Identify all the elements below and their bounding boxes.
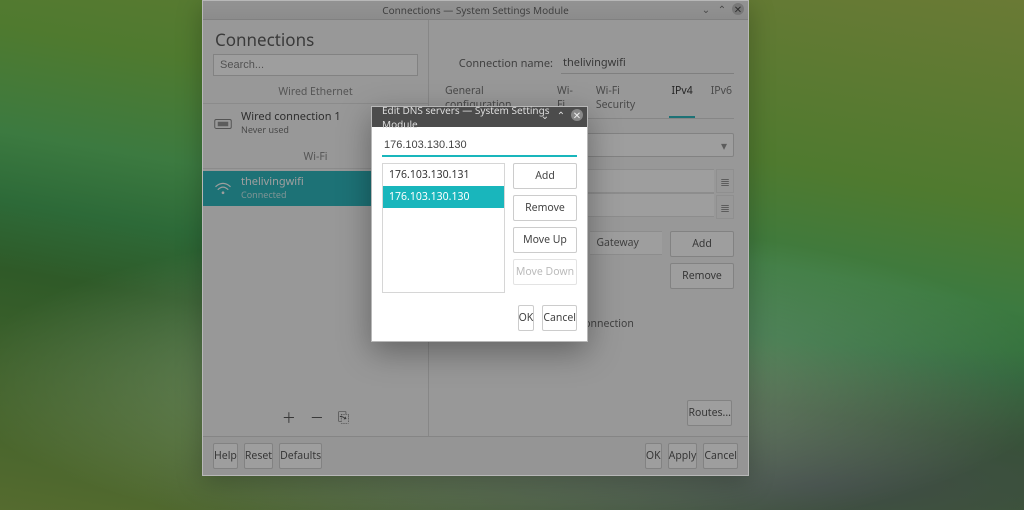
list-item[interactable]: 176.103.130.130 — [383, 186, 504, 208]
close-icon[interactable]: ✕ — [571, 109, 583, 121]
dns-movedown-button[interactable]: Move Down — [513, 259, 577, 285]
dns-moveup-button[interactable]: Move Up — [513, 227, 577, 253]
chevron-up-icon[interactable]: ⌃ — [555, 109, 567, 121]
list-item[interactable]: 176.103.130.131 — [383, 164, 504, 186]
dns-remove-button[interactable]: Remove — [513, 195, 577, 221]
dialog-titlebar[interactable]: Edit DNS servers — System Settings Modul… — [372, 107, 587, 127]
dns-list[interactable]: 176.103.130.131 176.103.130.130 — [382, 163, 505, 293]
dns-input[interactable] — [382, 135, 577, 157]
dns-add-button[interactable]: Add — [513, 163, 577, 189]
desktop-wallpaper: Connections — System Settings Module ⌄ ⌃… — [0, 0, 1024, 510]
chevron-down-icon[interactable]: ⌄ — [539, 109, 551, 121]
dialog-ok-button[interactable]: OK — [518, 305, 535, 331]
dns-edit-dialog: Edit DNS servers — System Settings Modul… — [371, 106, 588, 342]
dialog-cancel-button[interactable]: Cancel — [542, 305, 577, 331]
